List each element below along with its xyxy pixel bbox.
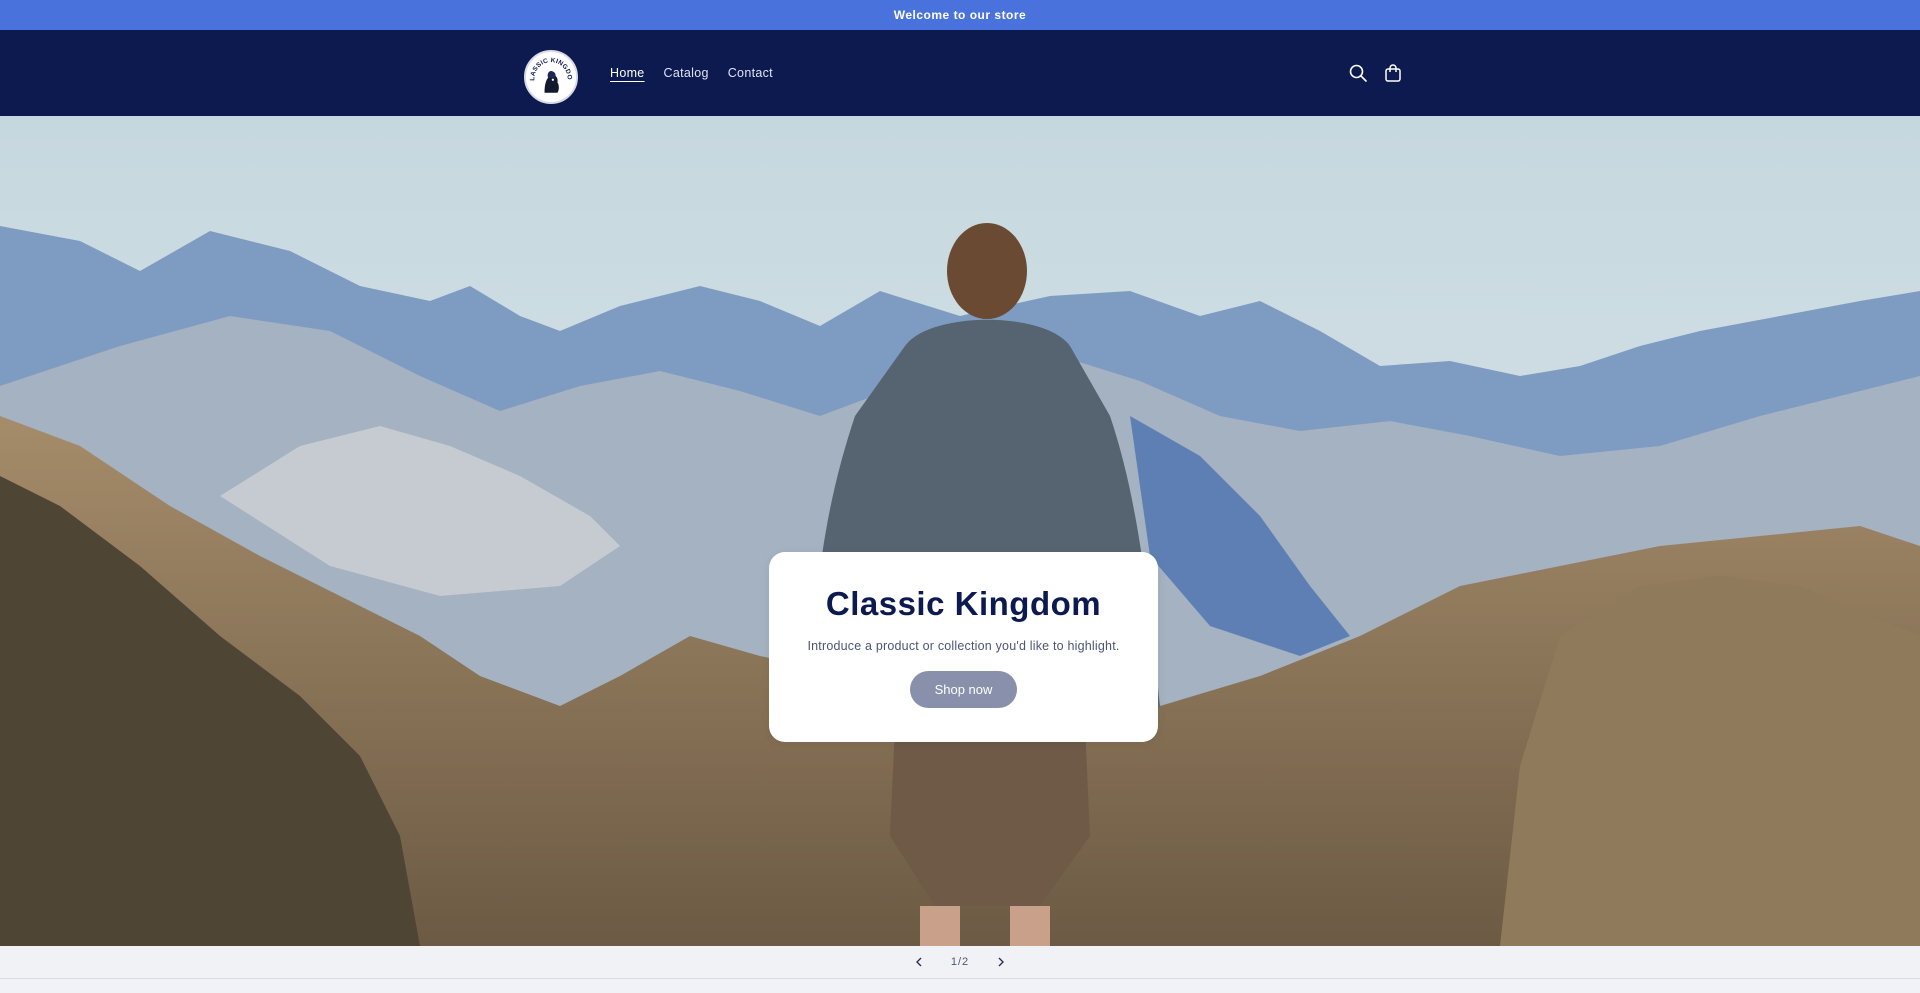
chevron-left-icon[interactable] [909,952,929,972]
hero-subtitle: Introduce a product or collection you'd … [807,639,1120,653]
nav-home[interactable]: Home [610,66,645,80]
nav-catalog[interactable]: Catalog [664,66,709,80]
store-logo[interactable]: CLASSIC KINGDOM [524,50,578,104]
search-icon[interactable] [1347,62,1369,84]
nav-contact[interactable]: Contact [728,66,773,80]
hero-background-image [0,116,1920,946]
chevron-right-icon[interactable] [991,952,1011,972]
site-header: CLASSIC KINGDOM Home Catalog Contact [0,30,1920,116]
hero-title: Classic Kingdom [825,585,1102,622]
announcement-text: Welcome to our store [893,8,1027,22]
hero-banner: Classic Kingdom Introduce a product or c… [0,116,1920,946]
cart-icon[interactable] [1382,62,1404,84]
announcement-bar: Welcome to our store [0,0,1920,30]
hero-content-card: Classic Kingdom Introduce a product or c… [769,552,1158,742]
slideshow-controls: 1/2 [0,946,1920,979]
shop-now-button[interactable]: Shop now [910,671,1017,708]
logo-emblem: CLASSIC KINGDOM [526,52,576,102]
slide-counter: 1/2 [950,956,970,968]
main-nav: Home Catalog Contact [610,30,773,116]
